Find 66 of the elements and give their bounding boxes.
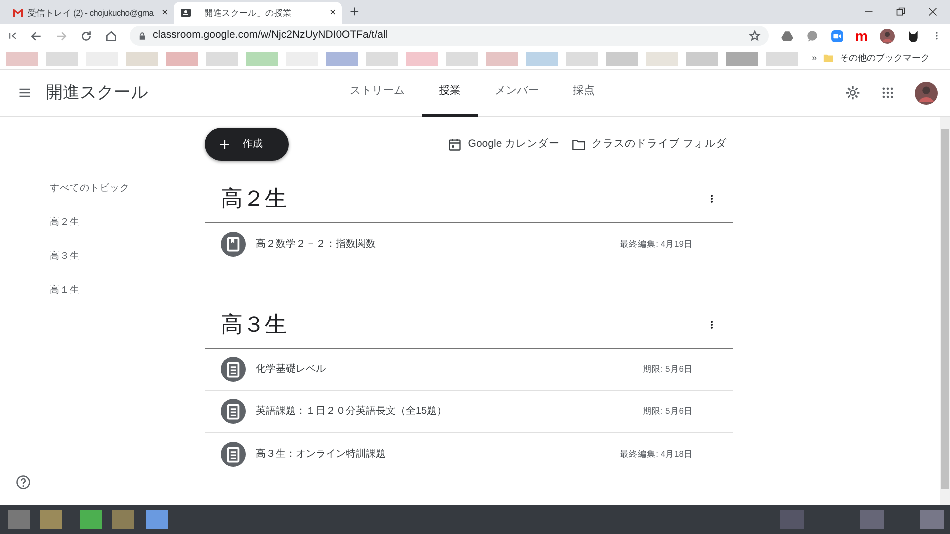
classroom-icon (180, 7, 192, 19)
create-button[interactable]: 作成 (205, 128, 289, 161)
video-icon[interactable] (830, 30, 844, 42)
mail-icon (12, 7, 24, 19)
settings-icon[interactable] (845, 85, 861, 101)
classwork-item[interactable]: 高２数学２－２：指数関数 最終編集: 4月19日 (205, 223, 733, 265)
skip-back-icon[interactable] (8, 31, 18, 41)
avatar[interactable] (915, 82, 938, 104)
topic-heading: 高２生 (221, 185, 287, 213)
calendar-icon (448, 138, 462, 152)
topic-link[interactable]: すべてのトピック (50, 172, 130, 206)
new-tab-button[interactable]: + (342, 2, 368, 24)
lock-icon (138, 32, 147, 40)
avatar[interactable] (880, 28, 895, 44)
folder-icon (823, 53, 834, 64)
topic-heading: 高３生 (221, 311, 287, 339)
clipboard-icon (221, 357, 246, 382)
item-date: 最終編集: 4月19日 (620, 238, 693, 250)
nav-tab[interactable]: 採点 (556, 70, 612, 116)
restore-icon[interactable] (896, 7, 906, 17)
folder-icon (572, 138, 586, 152)
extension-button[interactable]: m (856, 29, 868, 43)
book-icon (221, 232, 246, 256)
item-title: 英語課題：１日２０分英語長文（全15題） (256, 404, 448, 419)
tab-title: 「開進スクール」の授業 (196, 6, 293, 20)
topic-link[interactable]: 高１生 (50, 274, 80, 308)
help-icon[interactable] (16, 475, 31, 490)
item-title: 高２数学２－２：指数関数 (256, 238, 376, 252)
close-icon[interactable] (928, 7, 938, 17)
item-title: 高３生：オンライン特訓課題 (256, 448, 386, 462)
classwork-item[interactable]: 英語課題：１日２０分英語長文（全15題） 期限: 5月6日 (205, 391, 733, 433)
clipboard-icon (221, 399, 246, 424)
cat-icon[interactable] (907, 30, 920, 42)
item-date: 最終編集: 4月18日 (620, 448, 693, 460)
apps-icon[interactable] (881, 86, 895, 100)
back-icon[interactable] (30, 30, 43, 42)
home-icon[interactable] (105, 30, 118, 42)
scrollbar[interactable] (940, 117, 950, 505)
nav-tab[interactable]: 授業 (422, 70, 478, 116)
nav-tab[interactable]: ストリーム (333, 70, 422, 116)
close-tab-button[interactable]: × (162, 4, 168, 22)
close-tab-button[interactable]: × (330, 4, 336, 22)
clipboard-icon (221, 442, 246, 466)
menu-icon[interactable] (18, 86, 32, 100)
plus-icon (219, 138, 231, 150)
nav-tab[interactable]: メンバー (478, 70, 556, 116)
tab-title: 受信トレイ (2) - chojukucho@gma (28, 6, 155, 20)
classwork-item[interactable]: 高３生：オンライン特訓課題 最終編集: 4月18日 (205, 433, 733, 475)
chat-icon[interactable] (806, 30, 819, 42)
browser-tab[interactable]: 「開進スクール」の授業 × (174, 2, 342, 24)
address-bar[interactable]: classroom.google.com/w/Njc2NzUyNDI0OTFa/t/all (130, 26, 769, 46)
more-bookmarks-button[interactable]: » (812, 52, 818, 66)
browser-tab[interactable]: 受信トレイ (2) - chojukucho@gma × (6, 2, 174, 24)
other-bookmarks-link[interactable]: その他のブックマーク (840, 52, 930, 66)
topic-link[interactable]: 高２生 (50, 206, 80, 240)
address-text: classroom.google.com/w/Njc2NzUyNDI0OTFa/t/all (153, 28, 388, 44)
reload-icon[interactable] (80, 30, 93, 42)
toolbar-link[interactable]: クラスのドライブ フォルダ (572, 136, 727, 152)
item-title: 化学基礎レベル (256, 362, 326, 377)
item-date: 期限: 5月6日 (642, 363, 693, 376)
class-title[interactable]: 開進スクール (46, 80, 148, 106)
classwork-item[interactable]: 化学基礎レベル 期限: 5月6日 (205, 349, 733, 391)
star-icon[interactable] (748, 30, 761, 42)
item-date: 期限: 5月6日 (642, 405, 693, 418)
topic-link[interactable]: 高３生 (50, 240, 80, 274)
toolbar-link[interactable]: Google カレンダー (448, 136, 560, 152)
